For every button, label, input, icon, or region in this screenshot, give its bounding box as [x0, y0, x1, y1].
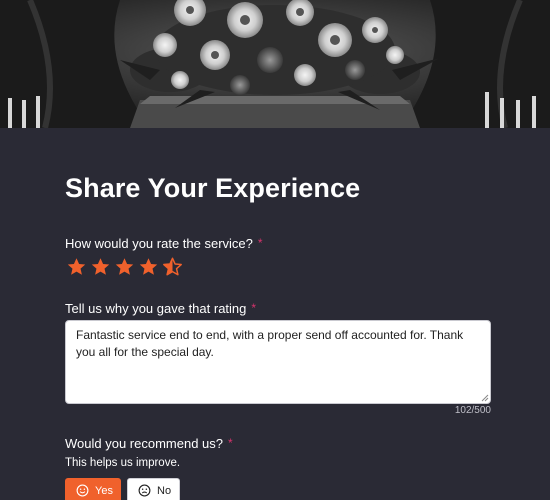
- recommend-hint: This helps us improve.: [65, 457, 181, 469]
- star-icon[interactable]: [65, 256, 88, 278]
- no-label: No: [157, 484, 172, 497]
- star-icon[interactable]: [113, 256, 136, 278]
- star-icon[interactable]: [89, 256, 112, 278]
- header-image: [0, 0, 550, 128]
- reason-question-label: Tell us why you gave that rating *: [65, 301, 256, 316]
- required-asterisk: *: [251, 301, 257, 315]
- reason-textarea[interactable]: Fantastic service end to end, with a pro…: [65, 320, 491, 404]
- half-star-icon[interactable]: [161, 256, 184, 278]
- recommend-question-label: Would you recommend us? *: [65, 436, 233, 451]
- frown-icon: [138, 484, 151, 497]
- no-button[interactable]: No: [127, 478, 180, 500]
- rating-question-label: How would you rate the service? *: [65, 236, 263, 251]
- required-asterisk: *: [228, 436, 233, 450]
- yes-label: Yes: [95, 484, 113, 497]
- page-title: Share Your Experience: [65, 173, 361, 203]
- resize-grip-icon[interactable]: [480, 393, 489, 402]
- required-asterisk: *: [257, 236, 263, 250]
- rating-question-text: How would you rate the service?: [65, 236, 253, 251]
- star-rating[interactable]: [65, 256, 184, 278]
- smile-icon: [76, 484, 89, 497]
- character-counter: 102/500: [454, 405, 491, 416]
- yes-button[interactable]: Yes: [65, 478, 121, 500]
- reason-question-text: Tell us why you gave that rating: [65, 301, 247, 316]
- recommend-question-text: Would you recommend us?: [65, 436, 224, 451]
- star-icon[interactable]: [137, 256, 160, 278]
